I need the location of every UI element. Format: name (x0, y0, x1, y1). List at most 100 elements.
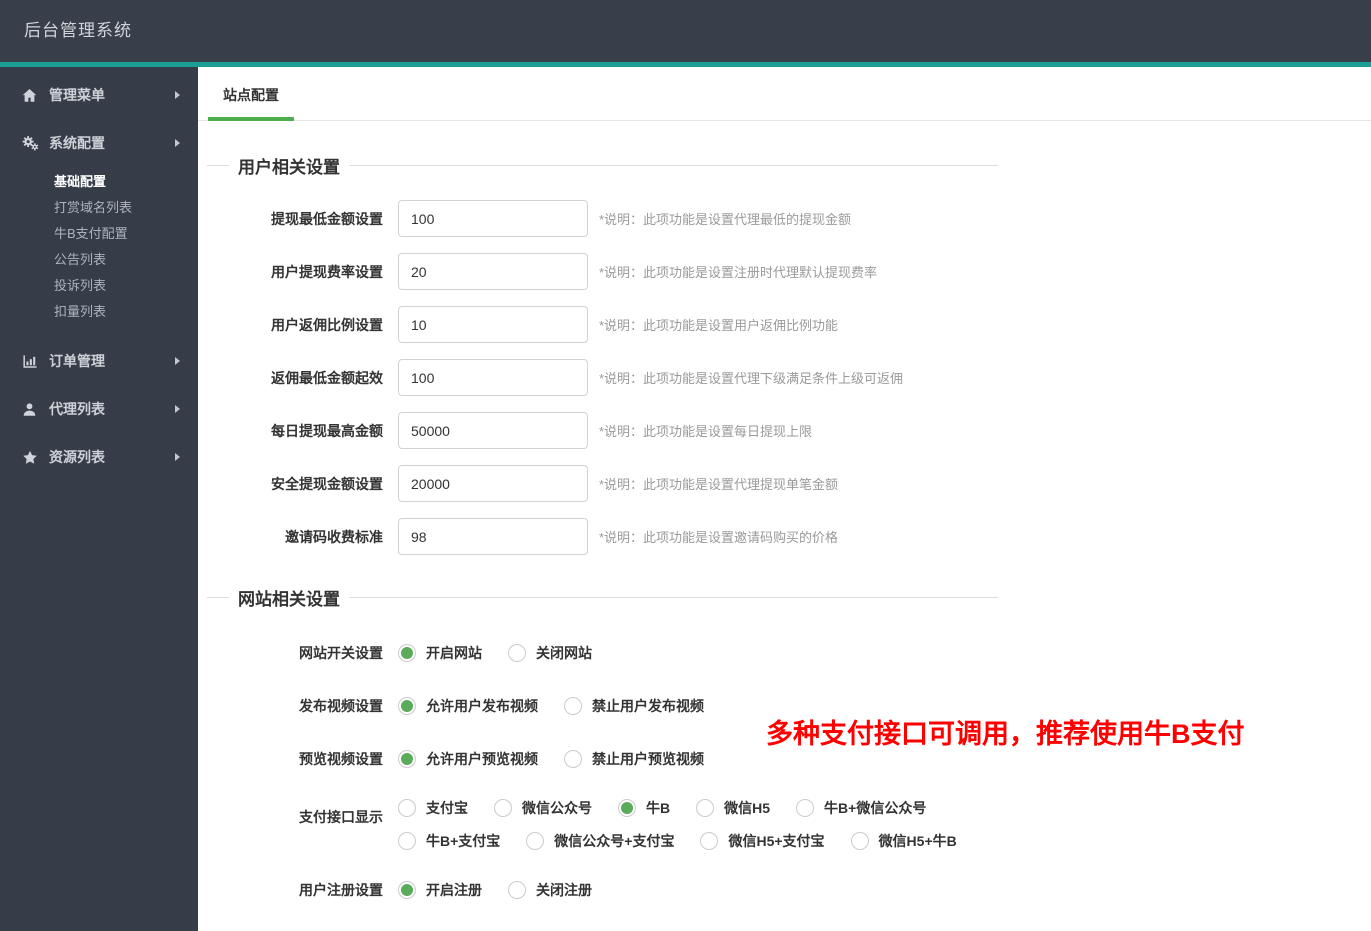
section-2: 网站相关设置 网站开关设置 开启网站 关闭网站 发布视频设置 允许用户发布视频 禁止用户发布… (207, 589, 998, 916)
withdraw-fee-rate-label: 用户提现费率设置 (271, 263, 383, 280)
radio-icon[interactable] (398, 831, 416, 850)
submenu-system-config: 基础配置 打赏域名列表 牛B支付配置 公告列表 投诉列表 扣量列表 (0, 167, 198, 337)
radio-selected-icon[interactable] (398, 696, 416, 715)
option-label: 允许用户发布视频 (426, 697, 538, 714)
option-label: 禁止用户预览视频 (592, 750, 704, 767)
publish-video-option[interactable]: 允许用户发布视频 (398, 696, 538, 716)
user-register-options: 开启注册 关闭注册 (398, 863, 618, 916)
radio-group-payment-interface: 支付接口显示 支付宝 微信公众号 牛B 微信H5 牛B+微信公众号牛B+支付宝 微信公众号+… (207, 785, 998, 863)
form-row-min-withdraw-amount: 提现最低金额设置 *说明：此项功能是设置代理最低的提现金额 (207, 192, 998, 245)
option-line: 开启注册 关闭注册 (398, 880, 618, 900)
preview-video-options: 允许用户预览视频 禁止用户预览视频 (398, 732, 730, 785)
min-withdraw-amount-label: 提现最低金额设置 (271, 210, 383, 227)
radio-icon[interactable] (850, 831, 869, 850)
payment-interface-option[interactable]: 微信公众号 (494, 798, 592, 818)
sidebar-item-order-management[interactable]: 订单管理 (0, 337, 198, 385)
submenu-item-niub-pay-config[interactable]: 牛B支付配置 (0, 221, 198, 247)
radio-icon[interactable] (508, 880, 526, 899)
sidebar-item-agent-list[interactable]: 代理列表 (0, 385, 198, 433)
payment-interface-option[interactable]: 微信H5+支付宝 (700, 831, 825, 851)
caret-right-icon (175, 91, 180, 99)
radio-selected-icon[interactable] (618, 798, 636, 817)
publish-video-options: 允许用户发布视频 禁止用户发布视频 (398, 679, 730, 732)
radio-icon[interactable] (526, 831, 545, 850)
payment-interface-option[interactable]: 支付宝 (398, 798, 468, 818)
radio-icon[interactable] (564, 749, 582, 768)
daily-withdraw-max-note: *说明：此项功能是设置每日提现上限 (599, 424, 813, 439)
radio-selected-icon[interactable] (398, 643, 416, 662)
radio-icon[interactable] (494, 798, 512, 817)
publish-video-option[interactable]: 禁止用户发布视频 (564, 696, 704, 716)
daily-withdraw-max-input[interactable] (398, 412, 588, 449)
app-root: 后台管理系统 管理菜单系统配置基础配置 打赏域名列表 牛B支付配置 公告列表 投诉列表扣… (0, 0, 1371, 931)
tab-site-config[interactable]: 站点配置 (208, 67, 294, 121)
option-label: 开启网站 (426, 644, 482, 661)
form-row-rebate-min-amount: 返佣最低金额起效 *说明：此项功能是设置代理下级满足条件上级可返佣 (207, 351, 998, 404)
payment-interface-option[interactable]: 微信H5+牛B (850, 831, 957, 851)
payment-interface-option[interactable]: 牛B+支付宝 (398, 831, 500, 851)
radio-selected-icon[interactable] (398, 749, 416, 768)
radio-icon[interactable] (564, 696, 582, 715)
withdraw-fee-rate-input[interactable] (398, 253, 588, 290)
safe-withdraw-amount-label: 安全提现金额设置 (271, 475, 383, 492)
payment-interface-option[interactable]: 牛B (618, 798, 670, 818)
payment-interface-label: 支付接口显示 (299, 809, 383, 825)
safe-withdraw-amount-note: *说明：此项功能是设置代理提现单笔金额 (599, 477, 839, 492)
annotation-text: 多种支付接口可调用，推荐使用牛B支付 (766, 719, 1245, 749)
rebate-ratio-input[interactable] (398, 306, 588, 343)
payment-interface-option[interactable]: 牛B+微信公众号 (796, 798, 926, 818)
min-withdraw-amount-input[interactable] (398, 200, 588, 237)
site-switch-label: 网站开关设置 (299, 644, 383, 661)
option-label: 禁止用户发布视频 (592, 697, 704, 714)
option-line: 牛B+支付宝 微信公众号+支付宝 微信H5+支付宝 微信H5+牛B (398, 824, 983, 857)
radio-icon[interactable] (696, 798, 715, 817)
safe-withdraw-amount-input[interactable] (398, 465, 588, 502)
radio-icon[interactable] (508, 643, 526, 662)
preview-video-option[interactable]: 允许用户预览视频 (398, 749, 538, 769)
option-label: 关闭网站 (536, 644, 592, 661)
daily-withdraw-max-label: 每日提现最高金额 (271, 422, 383, 439)
radio-icon[interactable] (796, 798, 815, 817)
app-header: 后台管理系统 (0, 0, 1371, 62)
invite-code-price-input[interactable] (398, 518, 588, 555)
settings-form: 用户相关设置提现最低金额设置 *说明：此项功能是设置代理最低的提现金额用户提现费率… (198, 121, 998, 916)
submenu-item-notice-list[interactable]: 公告列表 (0, 247, 198, 273)
invite-code-price-note: *说明：此项功能是设置邀请码购买的价格 (599, 530, 839, 545)
submenu-item-complaint-list[interactable]: 投诉列表 (0, 273, 198, 299)
sidebar-item-label: 系统配置 (49, 135, 105, 151)
sidebar-item-resource-list[interactable]: 资源列表 (0, 433, 198, 481)
sidebar-item-label: 管理菜单 (49, 87, 105, 103)
payment-interface-options: 支付宝 微信公众号 牛B 微信H5 牛B+微信公众号牛B+支付宝 微信公众号+支付宝 微信H… (398, 785, 983, 863)
user-register-option[interactable]: 关闭注册 (508, 880, 592, 900)
divider-line (349, 597, 998, 598)
sidebar-item-admin-menu[interactable]: 管理菜单 (0, 71, 198, 119)
user-icon (22, 402, 44, 417)
preview-video-label: 预览视频设置 (299, 750, 383, 767)
radio-icon[interactable] (398, 798, 416, 817)
payment-interface-option[interactable]: 微信公众号+支付宝 (526, 831, 674, 851)
radio-selected-icon[interactable] (398, 880, 416, 899)
divider-line (349, 165, 998, 166)
option-label: 允许用户预览视频 (426, 750, 538, 767)
section-title-text: 用户相关设置 (238, 158, 340, 177)
rebate-min-amount-input[interactable] (398, 359, 588, 396)
site-switch-option[interactable]: 开启网站 (398, 643, 482, 663)
radio-icon[interactable] (700, 831, 719, 850)
section-title: 用户相关设置 (207, 157, 998, 177)
payment-interface-option[interactable]: 微信H5 (696, 798, 770, 818)
rebate-ratio-label: 用户返佣比例设置 (271, 316, 383, 333)
sidebar-item-system-config[interactable]: 系统配置 (0, 119, 198, 167)
preview-video-option[interactable]: 禁止用户预览视频 (564, 749, 704, 769)
submenu-item-reward-domain-list[interactable]: 打赏域名列表 (0, 195, 198, 221)
site-switch-option[interactable]: 关闭网站 (508, 643, 592, 663)
option-label: 微信H5 (724, 799, 771, 816)
tab-bar: 站点配置 (198, 67, 1371, 121)
section-rows: 网站开关设置 开启网站 关闭网站 发布视频设置 允许用户发布视频 禁止用户发布视频 预览视频… (207, 626, 998, 916)
submenu-item-basic-config[interactable]: 基础配置 (0, 169, 198, 195)
form-row-daily-withdraw-max: 每日提现最高金额 *说明：此项功能是设置每日提现上限 (207, 404, 998, 457)
caret-right-icon (175, 139, 180, 147)
user-register-option[interactable]: 开启注册 (398, 880, 482, 900)
submenu-item-deduction-list[interactable]: 扣量列表 (0, 299, 198, 325)
form-row-safe-withdraw-amount: 安全提现金额设置 *说明：此项功能是设置代理提现单笔金额 (207, 457, 998, 510)
option-label: 微信H5+支付宝 (728, 832, 825, 849)
